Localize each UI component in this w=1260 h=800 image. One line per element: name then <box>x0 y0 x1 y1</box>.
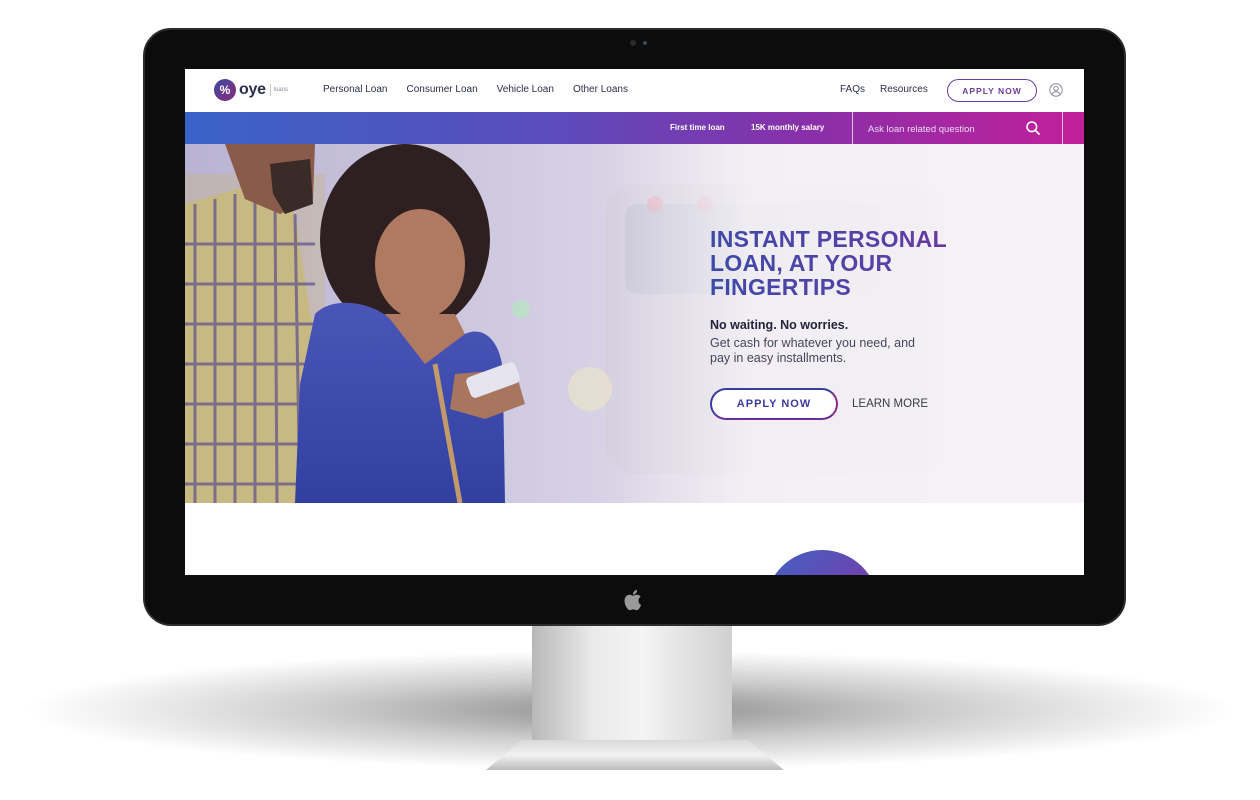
search-icon[interactable] <box>1025 120 1041 136</box>
brand-logo[interactable]: % oye loans <box>214 79 288 101</box>
camera-light <box>643 41 647 45</box>
main-nav: Personal Loan Consumer Loan Vehicle Loan… <box>323 84 628 95</box>
nav-link-resources[interactable]: Resources <box>880 84 928 95</box>
nav-link-personal-loan[interactable]: Personal Loan <box>323 84 388 95</box>
header-apply-now-button[interactable]: APPLY NOW <box>947 79 1037 102</box>
search-divider-left <box>852 112 853 144</box>
chip-first-time-loan[interactable]: First time loan <box>670 123 725 132</box>
hero-apply-now-button[interactable]: APPLY NOW <box>710 388 838 420</box>
decorative-circle <box>765 550 879 575</box>
hero-section: INSTANT PERSONAL LOAN, AT YOUR FINGERTIP… <box>185 144 1084 503</box>
search-divider-right <box>1062 112 1063 144</box>
search-input[interactable] <box>868 121 1018 137</box>
monitor-stand-base <box>486 740 784 770</box>
nav-link-vehicle-loan[interactable]: Vehicle Loan <box>497 84 554 95</box>
apple-logo-icon <box>624 589 642 611</box>
top-navbar: % oye loans Personal Loan Consumer Loan … <box>185 69 1084 112</box>
hero-description: Get cash for whatever you need, and pay … <box>710 336 915 365</box>
secondary-nav: FAQs Resources <box>840 84 928 95</box>
nav-link-other-loans[interactable]: Other Loans <box>573 84 628 95</box>
chip-monthly-salary[interactable]: 15K monthly salary <box>751 123 824 132</box>
user-icon[interactable] <box>1049 83 1063 97</box>
content-section <box>185 503 1084 575</box>
learn-more-link[interactable]: LEARN MORE <box>852 398 928 410</box>
logo-wordmark: oye <box>239 81 266 98</box>
nav-link-consumer-loan[interactable]: Consumer Loan <box>407 84 478 95</box>
nav-link-faqs[interactable]: FAQs <box>840 84 865 95</box>
monitor-stand <box>532 622 732 747</box>
quick-filter-bar: First time loan 15K monthly salary <box>185 112 1084 144</box>
screen: % oye loans Personal Loan Consumer Loan … <box>185 69 1084 575</box>
hero-tagline: No waiting. No worries. <box>710 318 849 332</box>
hero-title: INSTANT PERSONAL LOAN, AT YOUR FINGERTIP… <box>710 227 1010 299</box>
logo-subtext: loans <box>273 87 289 93</box>
logo-divider <box>269 84 271 96</box>
camera-icon <box>630 40 636 46</box>
logo-mark-icon: % <box>214 79 236 101</box>
